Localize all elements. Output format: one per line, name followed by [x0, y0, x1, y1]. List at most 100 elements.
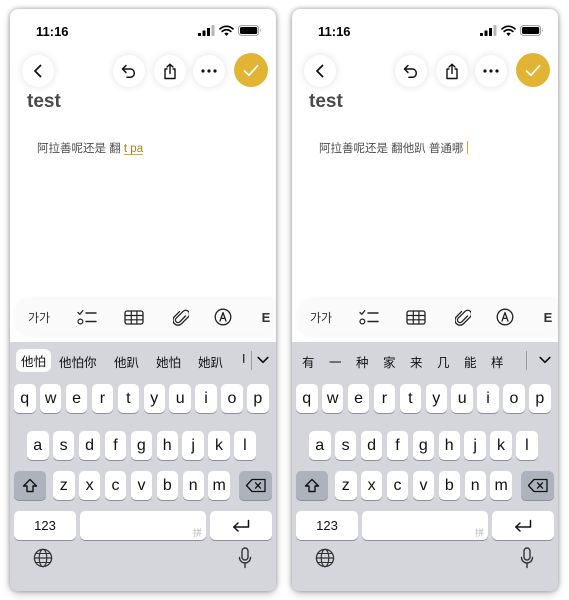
key-s[interactable]: s	[334, 431, 357, 460]
key-o[interactable]: o	[503, 384, 525, 413]
key-d[interactable]: d	[360, 431, 383, 460]
globe-button[interactable]	[32, 547, 54, 569]
key-n[interactable]: n	[464, 471, 486, 500]
table-button[interactable]	[122, 307, 146, 327]
key-r[interactable]: r	[91, 384, 114, 413]
candidate-item[interactable]: 样	[491, 352, 504, 371]
microphone-button[interactable]	[516, 546, 538, 570]
markup-button[interactable]	[212, 307, 234, 327]
done-button[interactable]	[234, 53, 268, 87]
key-n[interactable]: n	[182, 471, 204, 500]
shift-key[interactable]	[296, 471, 328, 500]
candidate-item[interactable]: 他趴	[114, 352, 139, 371]
key-z[interactable]: z	[335, 471, 357, 500]
candidate-item[interactable]: 她趴	[198, 352, 223, 371]
key-y[interactable]: y	[425, 384, 447, 413]
close-format-bar-icon[interactable]: E	[538, 307, 558, 327]
markup-button[interactable]	[494, 307, 516, 327]
key-g[interactable]: g	[412, 431, 435, 460]
return-key[interactable]	[210, 511, 272, 540]
note-body[interactable]: 阿拉善呢还是 翻他趴 普通哪	[319, 140, 468, 156]
candidate-item[interactable]: 一	[329, 352, 342, 371]
note-title[interactable]: test	[27, 91, 61, 113]
key-l[interactable]: l	[234, 431, 256, 460]
key-i[interactable]: i	[477, 384, 499, 413]
back-button[interactable]	[22, 55, 54, 87]
candidate-item[interactable]: 来	[410, 352, 423, 371]
close-format-bar-icon[interactable]: E	[256, 307, 276, 327]
candidate-item[interactable]: 他怕	[16, 349, 52, 372]
key-l[interactable]: l	[516, 431, 538, 460]
key-f[interactable]: f	[104, 431, 127, 460]
key-h[interactable]: h	[156, 431, 178, 460]
key-u[interactable]: u	[451, 384, 473, 413]
key-a[interactable]: a	[309, 431, 331, 460]
globe-button[interactable]	[314, 547, 336, 569]
attachment-button[interactable]	[452, 307, 474, 327]
key-b[interactable]: b	[438, 471, 461, 500]
text-style-button[interactable]: 가가	[26, 307, 52, 327]
key-m[interactable]: m	[490, 471, 512, 500]
key-r[interactable]: r	[373, 384, 396, 413]
share-button[interactable]	[154, 55, 186, 87]
undo-button[interactable]	[395, 55, 427, 87]
numbers-key[interactable]: 123	[14, 511, 76, 540]
key-e[interactable]: e	[65, 384, 88, 413]
more-options-button[interactable]	[193, 55, 225, 87]
microphone-button[interactable]	[234, 546, 256, 570]
key-t[interactable]: t	[117, 384, 140, 413]
checklist-button[interactable]	[358, 307, 380, 327]
key-o[interactable]: o	[221, 384, 243, 413]
key-i[interactable]: i	[195, 384, 217, 413]
key-b[interactable]: b	[156, 471, 179, 500]
candidate-item[interactable]: I	[242, 352, 245, 366]
key-p[interactable]: p	[247, 384, 269, 413]
key-t[interactable]: t	[399, 384, 422, 413]
key-k[interactable]: k	[208, 431, 230, 460]
candidate-item[interactable]: 家	[383, 352, 396, 371]
text-style-button[interactable]: 가가	[308, 307, 334, 327]
key-h[interactable]: h	[438, 431, 460, 460]
key-j[interactable]: j	[182, 431, 204, 460]
checklist-button[interactable]	[76, 307, 98, 327]
key-d[interactable]: d	[78, 431, 101, 460]
key-g[interactable]: g	[130, 431, 153, 460]
share-button[interactable]	[436, 55, 468, 87]
expand-candidates-button[interactable]	[536, 351, 554, 369]
key-u[interactable]: u	[169, 384, 191, 413]
table-button[interactable]	[404, 307, 428, 327]
key-q[interactable]: q	[296, 384, 318, 413]
key-e[interactable]: e	[347, 384, 370, 413]
delete-key[interactable]	[521, 471, 554, 500]
key-w[interactable]: w	[39, 384, 62, 413]
key-a[interactable]: a	[27, 431, 49, 460]
key-v[interactable]: v	[412, 471, 435, 500]
key-k[interactable]: k	[490, 431, 512, 460]
key-q[interactable]: q	[14, 384, 36, 413]
note-body[interactable]: 阿拉善呢还是 翻 t pa	[37, 140, 143, 156]
expand-candidates-button[interactable]	[254, 351, 272, 369]
key-x[interactable]: x	[78, 471, 101, 500]
candidate-item[interactable]: 几	[437, 352, 450, 371]
candidate-item[interactable]: 种	[356, 352, 369, 371]
delete-key[interactable]	[239, 471, 272, 500]
numbers-key[interactable]: 123	[296, 511, 358, 540]
space-key[interactable]: 拼	[362, 511, 488, 540]
space-key[interactable]: 拼	[80, 511, 206, 540]
candidate-item[interactable]: 她怕	[156, 352, 181, 371]
key-m[interactable]: m	[208, 471, 230, 500]
undo-button[interactable]	[113, 55, 145, 87]
note-title[interactable]: test	[309, 91, 343, 113]
done-button[interactable]	[516, 53, 550, 87]
candidate-item[interactable]: 能	[464, 352, 477, 371]
back-button[interactable]	[304, 55, 336, 87]
key-j[interactable]: j	[464, 431, 486, 460]
key-f[interactable]: f	[386, 431, 409, 460]
key-c[interactable]: c	[386, 471, 409, 500]
key-z[interactable]: z	[53, 471, 75, 500]
key-p[interactable]: p	[529, 384, 551, 413]
more-options-button[interactable]	[475, 55, 507, 87]
key-y[interactable]: y	[143, 384, 165, 413]
attachment-button[interactable]	[170, 307, 192, 327]
key-x[interactable]: x	[360, 471, 383, 500]
